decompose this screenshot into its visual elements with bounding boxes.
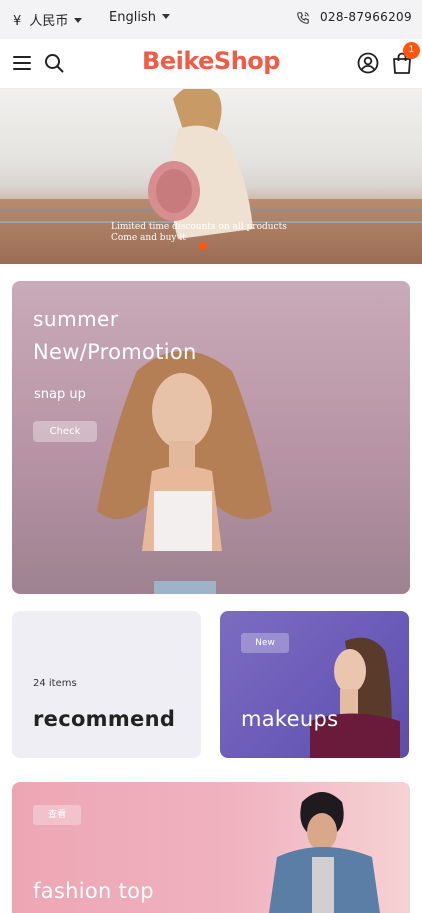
- promo-banner[interactable]: summer New/Promotion snap up Check: [12, 281, 410, 594]
- promo-title-line1: summer: [33, 307, 119, 331]
- item-count: 24 items: [33, 678, 77, 689]
- chevron-down-icon: [161, 13, 170, 19]
- recommend-card[interactable]: 24 items recommend: [12, 611, 201, 758]
- new-badge: New: [241, 633, 289, 653]
- fashion-title: fashion top: [33, 879, 154, 903]
- promo-subtitle: snap up: [34, 387, 86, 402]
- fashion-model-image: [269, 792, 380, 913]
- recommend-title: recommend: [33, 707, 176, 731]
- phone-icon: [297, 12, 309, 24]
- chevron-down-icon: [74, 17, 83, 23]
- cart-count-badge: 1: [403, 42, 420, 59]
- hero-caption-line1: Limited time discounts on all products: [111, 222, 287, 232]
- currency-selector[interactable]: ¥ 人民币: [13, 10, 83, 29]
- site-header: BeikeShop 1: [0, 39, 422, 89]
- makeups-card[interactable]: New makeups: [220, 611, 409, 758]
- hero-caption-line2: Come and buy it: [111, 233, 186, 243]
- hero-slider[interactable]: Limited time discounts on all products C…: [0, 89, 422, 264]
- makeups-model-image: [310, 637, 400, 758]
- language-label: English: [109, 10, 156, 25]
- currency-label: 人民币: [29, 14, 69, 29]
- view-badge: 查看: [33, 805, 81, 825]
- top-bar: ¥ 人民币 English 028-87966209: [0, 0, 422, 39]
- fashion-card[interactable]: 查看 fashion top: [12, 782, 410, 913]
- language-selector[interactable]: English: [109, 10, 170, 25]
- check-button[interactable]: Check: [33, 421, 97, 442]
- hero-caption: Limited time discounts on all products C…: [111, 222, 287, 244]
- currency-symbol: ¥: [13, 14, 22, 29]
- slider-pagination-dot[interactable]: [199, 242, 207, 250]
- phone-number: 028-87966209: [320, 10, 412, 24]
- account-icon[interactable]: [357, 52, 379, 74]
- makeups-title: makeups: [241, 707, 339, 731]
- promo-title-line2: New/Promotion: [33, 340, 197, 364]
